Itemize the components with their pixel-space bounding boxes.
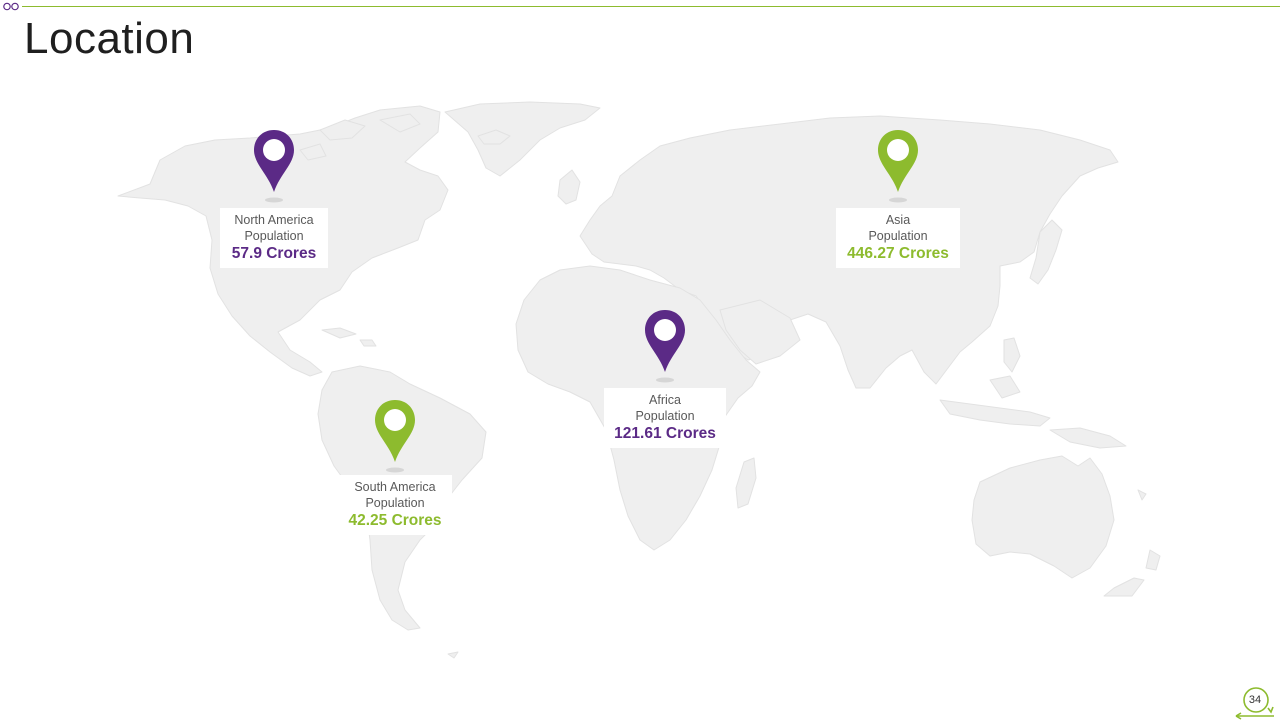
- world-map: [117, 101, 1161, 659]
- marker-info-asia: Asia Population 446.27 Crores: [836, 208, 960, 268]
- map-new-zealand: [1103, 549, 1161, 597]
- map-uk: [557, 169, 581, 205]
- marker-info-north-america: North America Population 57.9 Crores: [220, 208, 328, 268]
- map-indonesia: [939, 375, 1127, 449]
- map-madagascar: [735, 457, 757, 509]
- map-australia: [971, 455, 1115, 579]
- population-value: 57.9 Crores: [231, 245, 317, 262]
- region-name: Asia: [885, 213, 911, 227]
- slide-number-badge: 34: [1234, 684, 1276, 720]
- metric-label: Population: [868, 229, 928, 243]
- metric-label: Population: [365, 496, 425, 510]
- population-value: 446.27 Crores: [847, 245, 949, 262]
- region-name: North America: [234, 213, 314, 227]
- map-philippines: [1003, 337, 1021, 373]
- map-pin-icon[interactable]: [251, 128, 297, 208]
- map-greenland: [444, 101, 601, 177]
- map-caribbean: [321, 327, 377, 347]
- marker-info-south-america: South America Population 42.25 Crores: [338, 475, 452, 535]
- metric-label: Population: [244, 229, 304, 243]
- region-name: Africa: [649, 393, 681, 407]
- metric-label: Population: [635, 409, 695, 423]
- population-value: 42.25 Crores: [348, 512, 442, 529]
- marker-info-africa: Africa Population 121.61 Crores: [604, 388, 726, 448]
- region-name: South America: [354, 480, 436, 494]
- map-pin-icon[interactable]: [875, 128, 921, 208]
- page-number: 34: [1248, 694, 1262, 706]
- map-pin-icon[interactable]: [642, 308, 688, 388]
- map-pin-icon[interactable]: [372, 398, 418, 478]
- population-value: 121.61 Crores: [614, 425, 716, 442]
